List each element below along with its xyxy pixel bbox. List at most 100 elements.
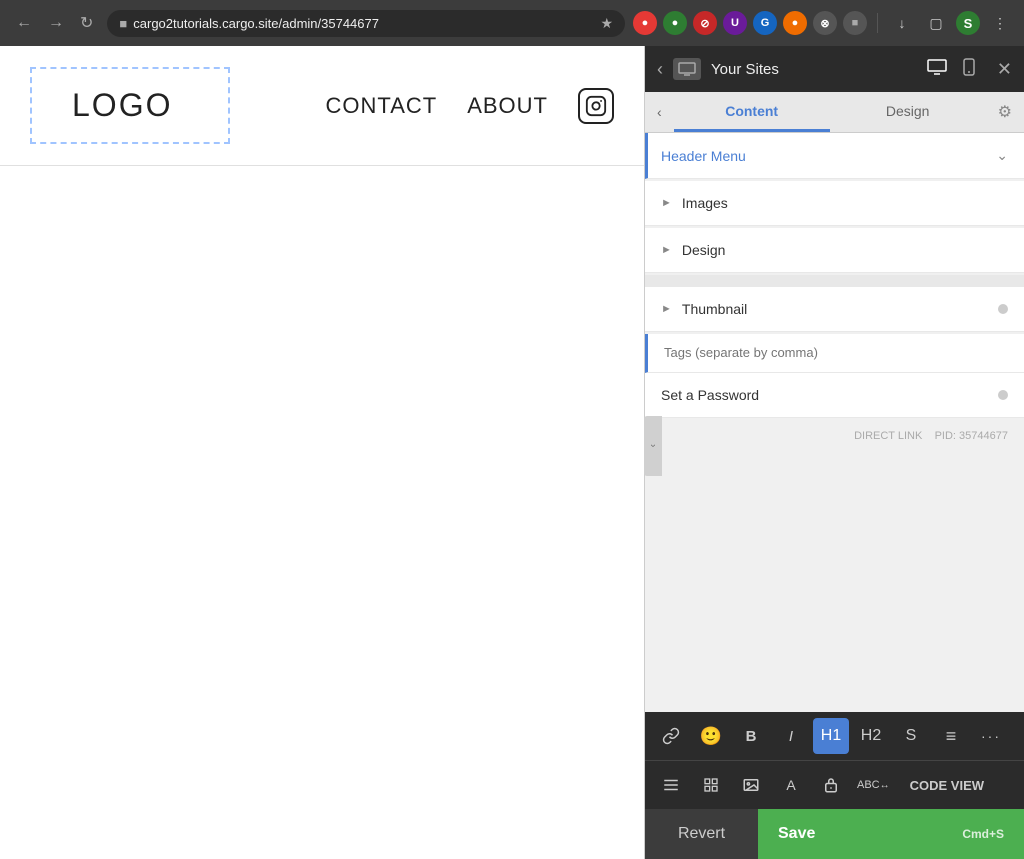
thumbnail-arrow: ► bbox=[661, 303, 672, 315]
security-icon: ■ bbox=[119, 16, 127, 31]
lock-button[interactable] bbox=[813, 767, 849, 803]
desktop-view-button[interactable] bbox=[923, 57, 951, 82]
ext-3[interactable]: ⊘ bbox=[693, 11, 717, 35]
design-tab[interactable]: Design bbox=[830, 93, 986, 132]
logo-text: LOGO bbox=[72, 87, 172, 123]
image-insert-button[interactable] bbox=[733, 767, 769, 803]
revert-button[interactable]: Revert bbox=[645, 809, 758, 859]
tags-input[interactable] bbox=[664, 345, 1008, 360]
italic-button[interactable]: I bbox=[773, 718, 809, 754]
back-button[interactable]: ← bbox=[10, 10, 38, 36]
tags-section bbox=[645, 334, 1024, 373]
menu-button[interactable]: ⋮ bbox=[986, 9, 1014, 37]
grid-button[interactable] bbox=[693, 767, 729, 803]
design-label: Design bbox=[682, 242, 1008, 258]
more-button[interactable]: ··· bbox=[973, 718, 1009, 754]
download-button[interactable]: ↓ bbox=[888, 9, 916, 37]
divider bbox=[877, 13, 878, 33]
design-arrow: ► bbox=[661, 244, 672, 256]
save-label: Save bbox=[778, 825, 815, 843]
set-password-label: Set a Password bbox=[661, 387, 998, 403]
design-toggle[interactable]: ► Design bbox=[645, 228, 1024, 273]
ext-6[interactable]: ● bbox=[783, 11, 807, 35]
site-header: LOGO CONTACT ABOUT bbox=[0, 46, 644, 166]
panel-back-button[interactable]: ‹ bbox=[657, 59, 663, 80]
emoji-button[interactable]: 🙂 bbox=[693, 718, 729, 754]
browser-chrome: ← → ↻ ■ cargo2tutorials.cargo.site/admin… bbox=[0, 0, 1024, 46]
sites-icon bbox=[673, 58, 701, 80]
url-text: cargo2tutorials.cargo.site/admin/3574467… bbox=[133, 16, 594, 31]
nav-about[interactable]: ABOUT bbox=[467, 93, 548, 119]
main-layout: LOGO CONTACT ABOUT › bbox=[0, 46, 1024, 859]
content-tab[interactable]: Content bbox=[674, 93, 830, 132]
panel-topbar: ‹ Your Sites bbox=[645, 46, 1024, 92]
collapse-handle[interactable]: › bbox=[644, 416, 662, 476]
header-menu-label: Header Menu bbox=[661, 148, 996, 164]
h1-button[interactable]: H1 bbox=[813, 718, 849, 754]
text-button[interactable]: A bbox=[773, 767, 809, 803]
close-panel-button[interactable]: ✕ bbox=[997, 59, 1012, 80]
align-button[interactable]: ≡ bbox=[933, 718, 969, 754]
ext-2[interactable]: ● bbox=[663, 11, 687, 35]
password-dot bbox=[998, 390, 1008, 400]
toolbar-row2: A ABC↔ CODE VIEW bbox=[645, 761, 1024, 809]
code-view-button[interactable]: CODE VIEW bbox=[898, 767, 996, 803]
sites-label: Your Sites bbox=[711, 61, 913, 78]
ext-8[interactable]: ■ bbox=[843, 11, 867, 35]
panel-tab-back[interactable]: ‹ bbox=[645, 94, 674, 130]
instagram-icon[interactable] bbox=[578, 88, 614, 124]
panel-tabs: ‹ Content Design ⚙ bbox=[645, 92, 1024, 133]
toolbar-row1: 🙂 B I H1 H2 S ≡ ··· bbox=[645, 712, 1024, 761]
profile-icon[interactable]: S bbox=[956, 11, 980, 35]
site-preview: LOGO CONTACT ABOUT bbox=[0, 46, 644, 859]
abc-button[interactable]: ABC↔ bbox=[853, 767, 894, 803]
thumbnail-section: ► Thumbnail bbox=[645, 287, 1024, 332]
save-button[interactable]: Save Cmd+S bbox=[758, 809, 1024, 859]
set-password-section: Set a Password bbox=[645, 373, 1024, 418]
pid-label: PID: bbox=[935, 430, 956, 442]
header-menu-section: Header Menu ⌄ bbox=[645, 133, 1024, 179]
browser-extensions: ● ● ⊘ U G ● ⊗ ■ ↓ ▢ S ⋮ bbox=[633, 9, 1014, 37]
images-arrow: ► bbox=[661, 197, 672, 209]
nav-menu: CONTACT ABOUT bbox=[326, 88, 615, 124]
design-section: ► Design bbox=[645, 228, 1024, 273]
strikethrough-button[interactable]: S bbox=[893, 718, 929, 754]
header-menu-toggle[interactable]: Header Menu ⌄ bbox=[645, 133, 1024, 179]
ext-4[interactable]: U bbox=[723, 11, 747, 35]
reload-button[interactable]: ↻ bbox=[74, 9, 99, 37]
forward-button[interactable]: → bbox=[42, 10, 70, 36]
thumbnail-label: Thumbnail bbox=[682, 301, 998, 317]
settings-icon-button[interactable]: ⚙ bbox=[986, 92, 1024, 132]
thumbnail-toggle[interactable]: ► Thumbnail bbox=[645, 287, 1024, 332]
thumbnail-dot bbox=[998, 304, 1008, 314]
logo-box[interactable]: LOGO bbox=[30, 67, 230, 144]
header-menu-chevron: ⌄ bbox=[996, 147, 1008, 164]
ext-5[interactable]: G bbox=[753, 11, 777, 35]
list-button[interactable] bbox=[653, 767, 689, 803]
images-label: Images bbox=[682, 195, 1008, 211]
ext-1[interactable]: ● bbox=[633, 11, 657, 35]
device-icons bbox=[923, 56, 979, 83]
nav-buttons: ← → ↻ bbox=[10, 9, 99, 37]
link-button[interactable] bbox=[653, 718, 689, 754]
cast-button[interactable]: ▢ bbox=[922, 9, 950, 37]
h2-button[interactable]: H2 bbox=[853, 718, 889, 754]
panel-footer-info: DIRECT LINK PID: 35744677 bbox=[645, 420, 1024, 452]
bold-button[interactable]: B bbox=[733, 718, 769, 754]
right-panel: ‹ Your Sites bbox=[644, 46, 1024, 859]
bookmark-icon[interactable]: ★ bbox=[600, 15, 613, 32]
bottom-toolbar: 🙂 B I H1 H2 S ≡ ··· bbox=[645, 712, 1024, 859]
action-bar: Revert Save Cmd+S bbox=[645, 809, 1024, 859]
set-password-toggle[interactable]: Set a Password bbox=[645, 373, 1024, 418]
images-section: ► Images bbox=[645, 181, 1024, 226]
pid-value: 35744677 bbox=[959, 430, 1008, 442]
site-body bbox=[0, 166, 644, 859]
mobile-view-button[interactable] bbox=[959, 56, 979, 83]
direct-link[interactable]: DIRECT LINK bbox=[854, 430, 922, 442]
save-shortcut: Cmd+S bbox=[962, 827, 1004, 841]
address-bar-wrap: ■ cargo2tutorials.cargo.site/admin/35744… bbox=[107, 10, 625, 37]
panel-content: Header Menu ⌄ ► Images ► Design bbox=[645, 133, 1024, 712]
ext-7[interactable]: ⊗ bbox=[813, 11, 837, 35]
nav-contact[interactable]: CONTACT bbox=[326, 93, 438, 119]
images-toggle[interactable]: ► Images bbox=[645, 181, 1024, 226]
